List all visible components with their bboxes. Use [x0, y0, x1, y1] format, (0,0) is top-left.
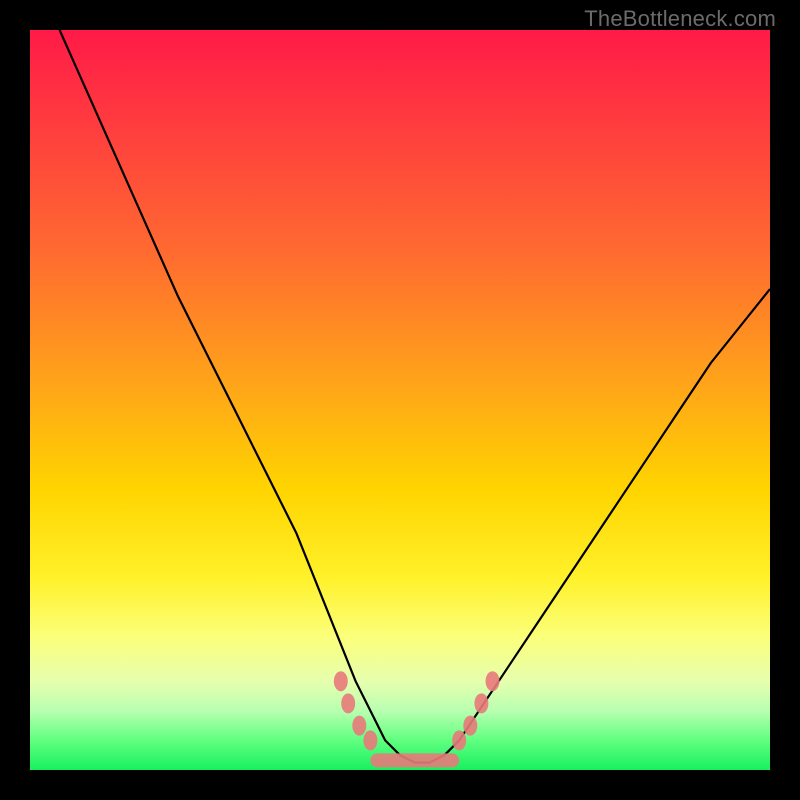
marker-cluster-right — [452, 671, 499, 750]
curve-marker — [334, 671, 348, 691]
marker-bottom-band — [370, 753, 459, 767]
curve-marker — [474, 693, 488, 713]
plot-area — [30, 30, 770, 770]
curve-marker — [352, 716, 366, 736]
curve-marker — [463, 716, 477, 736]
bottleneck-curve-svg — [30, 30, 770, 770]
chart-frame: TheBottleneck.com — [0, 0, 800, 800]
watermark-text: TheBottleneck.com — [584, 6, 776, 32]
bottleneck-curve — [60, 30, 770, 763]
curve-marker — [341, 693, 355, 713]
curve-marker — [363, 730, 377, 750]
curve-marker — [486, 671, 500, 691]
curve-marker — [452, 730, 466, 750]
